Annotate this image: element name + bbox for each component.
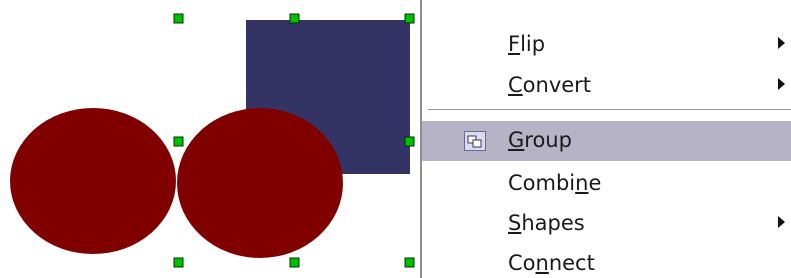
menu-item-label: Flip xyxy=(508,32,546,56)
drawing-canvas[interactable] xyxy=(0,0,420,278)
menu-separator xyxy=(428,109,791,111)
selection-handle-middle-right[interactable] xyxy=(404,136,415,147)
selection-handle-top-left[interactable] xyxy=(173,13,184,24)
selection-handle-bottom-right[interactable] xyxy=(404,257,415,268)
submenu-arrow-icon xyxy=(778,78,785,90)
menu-item-combine[interactable]: Combine xyxy=(422,164,791,204)
selection-handle-top-right[interactable] xyxy=(404,13,415,24)
menu-item-label: Connect xyxy=(508,251,595,275)
submenu-arrow-icon xyxy=(778,216,785,228)
menu-item-convert[interactable]: Convert xyxy=(422,66,791,106)
menu-item-label: Shapes xyxy=(508,211,585,235)
menu-item-connect[interactable]: Connect xyxy=(422,244,791,278)
menu-item-label: Combine xyxy=(508,171,602,195)
selection-handle-bottom-left[interactable] xyxy=(173,257,184,268)
context-menu: Flip Convert Group Combine Shapes Connec… xyxy=(420,0,791,278)
menu-item-label: Group xyxy=(508,128,572,152)
group-icon xyxy=(464,131,486,151)
draw-workspace: Flip Convert Group Combine Shapes Connec… xyxy=(0,0,791,278)
menu-item-flip[interactable]: Flip xyxy=(422,25,791,65)
selection-handle-bottom-middle[interactable] xyxy=(289,257,300,268)
menu-item-label: Convert xyxy=(508,73,592,97)
right-red-circle-shape[interactable] xyxy=(177,108,343,258)
menu-item-shapes[interactable]: Shapes xyxy=(422,204,791,244)
submenu-arrow-icon xyxy=(778,37,785,49)
menu-item-group[interactable]: Group xyxy=(422,121,791,161)
selection-handle-middle-left[interactable] xyxy=(173,136,184,147)
selection-handle-top-middle[interactable] xyxy=(289,13,300,24)
left-red-circle-shape[interactable] xyxy=(10,108,176,254)
